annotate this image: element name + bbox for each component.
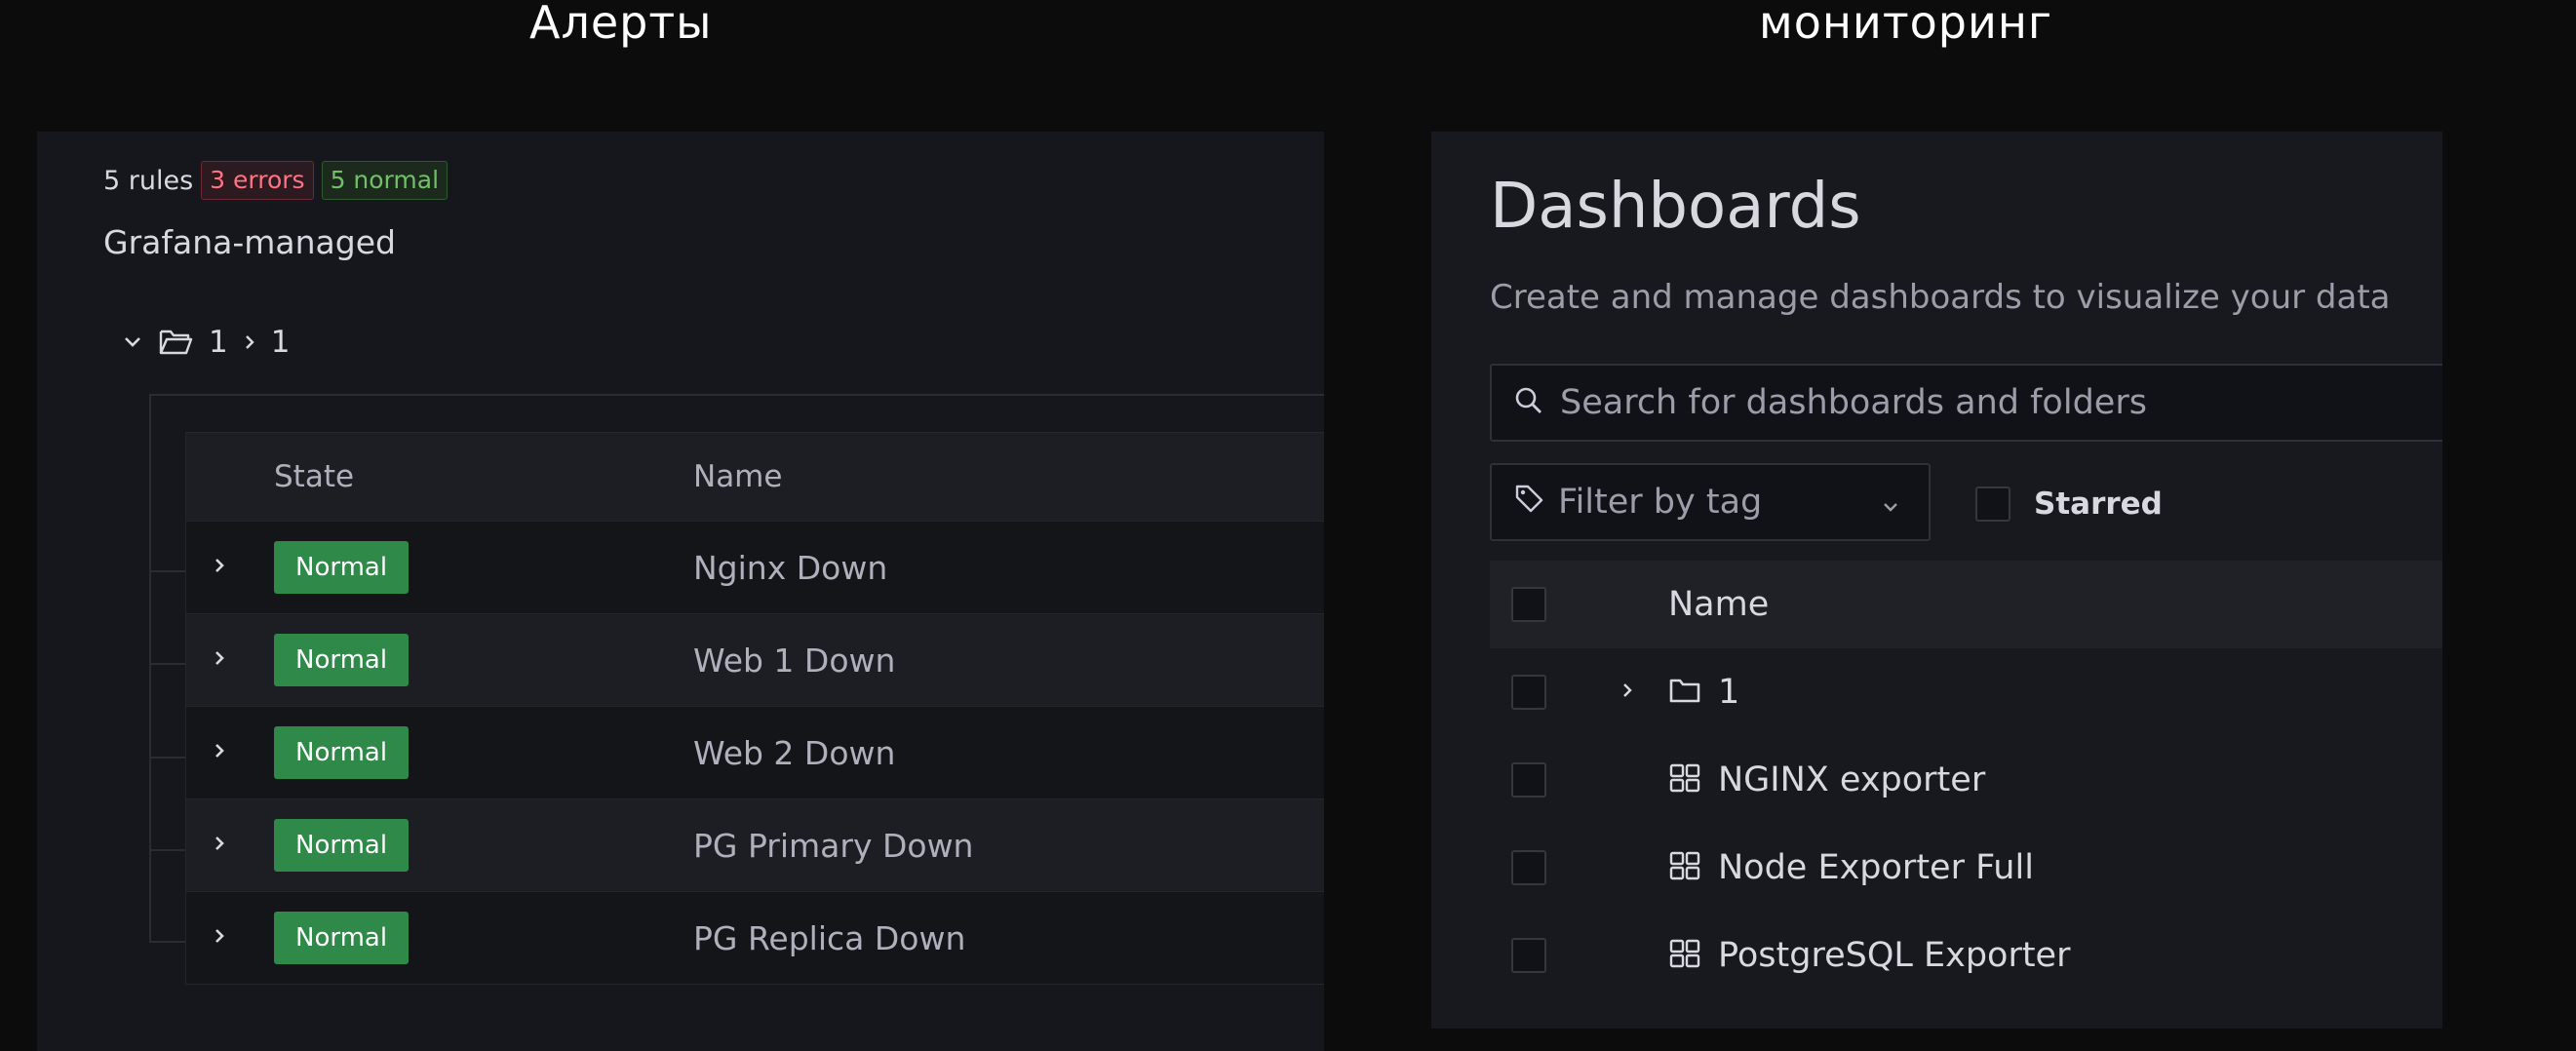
rule-count: 5 rules <box>103 165 194 196</box>
state-badge: Normal <box>274 912 410 964</box>
table-row[interactable]: Normal PG Replica Down <box>186 891 1324 984</box>
page-subtitle: Create and manage dashboards to visualiz… <box>1490 278 2391 317</box>
column-header-state: State <box>274 459 355 494</box>
chevron-down-icon <box>1882 483 1899 522</box>
alert-rules-table: State Name Normal Nginx Down Normal Web … <box>185 432 1324 985</box>
row-checkbox[interactable] <box>1511 850 1546 885</box>
dashboard-grid-icon <box>1668 850 1701 885</box>
list-item-label[interactable]: 1 <box>1718 673 1739 712</box>
expand-chevron-icon[interactable] <box>214 556 225 579</box>
list-item-dashboard[interactable]: PostgreSQL Exporter <box>1490 912 2442 999</box>
list-item-label[interactable]: NGINX exporter <box>1718 760 1985 799</box>
chevron-right-icon[interactable] <box>1621 681 1633 703</box>
table-row[interactable]: Normal Web 1 Down <box>186 613 1324 706</box>
rule-name: PG Replica Down <box>693 918 966 957</box>
expand-chevron-icon[interactable] <box>214 648 225 672</box>
dashboard-grid-icon <box>1668 938 1701 973</box>
search-input[interactable] <box>1558 382 2342 423</box>
list-item-label[interactable]: PostgreSQL Exporter <box>1718 936 2070 975</box>
column-header-name: Name <box>693 459 783 494</box>
starred-label: Starred <box>2034 487 2163 522</box>
state-badge: Normal <box>274 819 410 872</box>
search-icon <box>1513 385 1544 420</box>
folder-path-first: 1 <box>209 325 228 360</box>
state-badge: Normal <box>274 634 410 686</box>
chevron-down-icon <box>123 335 142 349</box>
rule-name: Web 1 Down <box>693 641 896 680</box>
table-row[interactable]: Normal Nginx Down <box>186 521 1324 613</box>
rule-name: Web 2 Down <box>693 733 896 772</box>
chevron-right-icon <box>244 333 255 351</box>
caption-monitoring: мониторинг <box>1759 0 2053 49</box>
search-box[interactable] <box>1490 364 2442 442</box>
folder-path-second: 1 <box>270 325 291 360</box>
dashboard-grid-icon <box>1668 762 1701 798</box>
dashboards-panel: Dashboards Create and manage dashboards … <box>1431 132 2442 1029</box>
state-badge: Normal <box>274 541 410 594</box>
folder-icon <box>1668 676 1701 709</box>
expand-chevron-icon[interactable] <box>214 926 225 950</box>
divider <box>149 394 1324 396</box>
table-row[interactable]: Normal Web 2 Down <box>186 706 1324 798</box>
page-title: Dashboards <box>1490 171 1861 243</box>
rules-summary: 5 rules 3 errors 5 normal <box>103 161 449 200</box>
expand-chevron-icon[interactable] <box>214 834 225 857</box>
folder-open-icon <box>158 328 193 357</box>
row-checkbox[interactable] <box>1511 675 1546 710</box>
table-header: State Name <box>186 433 1324 521</box>
list-header: Name <box>1490 561 2442 648</box>
row-checkbox[interactable] <box>1511 762 1546 798</box>
tag-icon <box>1513 483 1544 523</box>
alert-rules-panel: 5 rules 3 errors 5 normal Grafana-manage… <box>37 132 1324 1051</box>
row-checkbox[interactable] <box>1511 938 1546 973</box>
errors-badge: 3 errors <box>201 161 314 200</box>
rule-name: PG Primary Down <box>693 826 974 865</box>
starred-filter[interactable]: Starred <box>1975 487 2163 522</box>
tag-filter-select[interactable]: Filter by tag <box>1490 463 1931 541</box>
group-title: Grafana-managed <box>103 223 396 261</box>
folder-group-toggle[interactable]: 1 1 <box>123 325 290 360</box>
tree-line <box>149 396 151 942</box>
state-badge: Normal <box>274 726 410 779</box>
caption-alerts: Алерты <box>529 0 713 49</box>
list-item-folder[interactable]: 1 <box>1490 648 2442 736</box>
table-row[interactable]: Normal PG Primary Down <box>186 798 1324 891</box>
select-all-checkbox[interactable] <box>1511 587 1546 622</box>
list-item-dashboard[interactable]: NGINX exporter <box>1490 736 2442 824</box>
tag-filter-label: Filter by tag <box>1558 483 1763 522</box>
expand-chevron-icon[interactable] <box>214 741 225 764</box>
normal-badge: 5 normal <box>321 161 449 200</box>
column-header-name: Name <box>1668 585 1770 624</box>
list-item-dashboard[interactable]: Node Exporter Full <box>1490 824 2442 912</box>
list-item-label[interactable]: Node Exporter Full <box>1718 848 2034 887</box>
rule-name: Nginx Down <box>693 548 888 587</box>
starred-checkbox[interactable] <box>1975 487 2010 522</box>
